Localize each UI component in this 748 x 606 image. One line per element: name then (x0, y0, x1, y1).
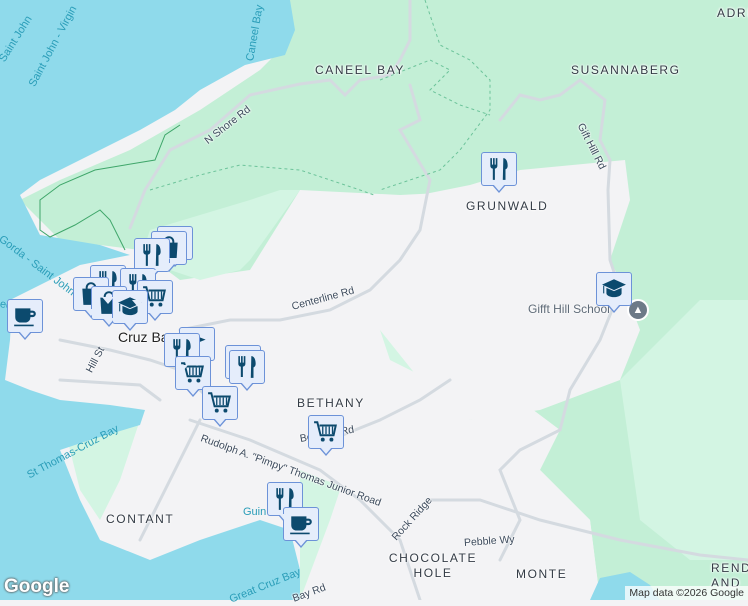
school-icon (117, 294, 143, 320)
place-contant: CONTANT (106, 512, 175, 526)
place-bethany: BETHANY (297, 396, 365, 410)
place-adrian: ADRI (717, 6, 748, 20)
water-guinea: Guin (243, 506, 267, 518)
marker-school[interactable] (112, 290, 148, 331)
map-attribution[interactable]: Map data ©2026 Google (625, 586, 748, 600)
google-logo[interactable]: Google (4, 576, 69, 598)
restaurant-icon (139, 242, 165, 268)
marker-cart[interactable] (308, 415, 344, 456)
marker-coffee[interactable] (283, 507, 319, 548)
restaurant-icon (486, 156, 512, 182)
place-monte: MONTE (516, 567, 568, 581)
marker-cart[interactable] (202, 386, 238, 427)
marker-school[interactable] (596, 272, 632, 313)
place-grunwald: GRUNWALD (466, 199, 549, 213)
cart-icon (313, 419, 339, 445)
place-susannaberg: SUSANNABERG (571, 63, 681, 77)
place-caneel-bay: CANEEL BAY (315, 63, 406, 77)
coffee-icon (12, 303, 38, 329)
cart-icon (207, 390, 233, 416)
marker-restaurant[interactable] (481, 152, 517, 193)
coffee-icon (288, 511, 314, 537)
school-icon (601, 276, 627, 302)
place-chocolate-hole: CHOCOLATE HOLE (388, 551, 478, 580)
marker-coffee[interactable] (7, 299, 43, 340)
